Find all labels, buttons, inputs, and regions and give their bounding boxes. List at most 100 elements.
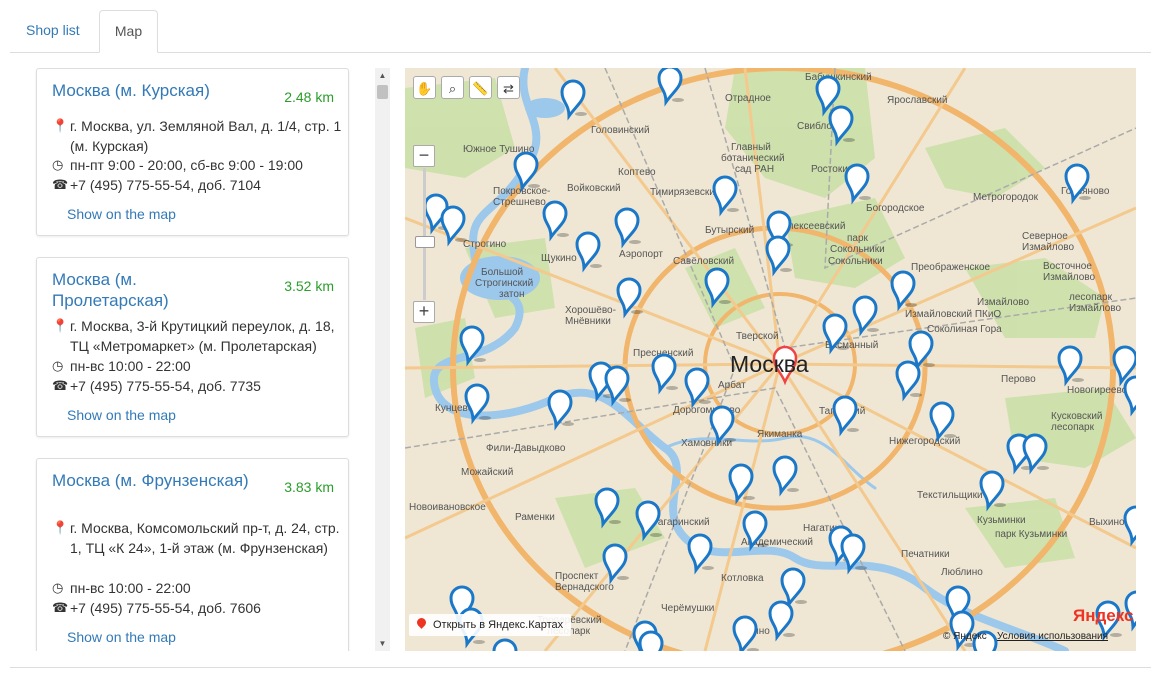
shop-map-marker[interactable]	[908, 330, 935, 372]
tab-map[interactable]: Map	[99, 10, 158, 53]
svg-text:Тверской: Тверской	[736, 331, 779, 342]
svg-text:Строгино: Строгино	[463, 239, 507, 250]
shop-map-marker[interactable]	[1123, 375, 1136, 417]
svg-text:Измайловский ПКиО: Измайловский ПКиО	[905, 309, 1001, 320]
clock-icon: ◷	[52, 580, 64, 595]
shop-map-marker[interactable]	[780, 567, 807, 609]
shop-map-marker[interactable]	[929, 401, 956, 443]
svg-text:Выхино: Выхино	[1089, 517, 1125, 528]
svg-text:Новогиреево: Новогиреево	[1067, 385, 1128, 396]
shop-phone-row: ☎ +7 (495) 775-55-54, доб. 7735	[52, 376, 342, 396]
shop-map-marker[interactable]	[687, 533, 714, 575]
shop-map-marker[interactable]	[832, 395, 859, 437]
svg-text:Хорошёво-: Хорошёво-	[565, 305, 616, 316]
show-on-map-link[interactable]: Show on the map	[67, 629, 176, 645]
svg-text:парк Кузьминки: парк Кузьминки	[995, 529, 1067, 540]
svg-text:Главный: Главный	[731, 142, 771, 153]
svg-text:Проспект: Проспект	[555, 571, 599, 582]
show-on-map-link[interactable]: Show on the map	[67, 407, 176, 423]
shop-title[interactable]: Москва (м. Курская)	[52, 80, 252, 101]
shop-map-marker[interactable]	[852, 295, 879, 337]
shop-title[interactable]: Москва (м. Пролетарская)	[52, 269, 252, 311]
shop-map-marker[interactable]	[895, 360, 922, 402]
shop-map-marker[interactable]	[1123, 505, 1136, 547]
shop-map-marker[interactable]	[657, 68, 684, 107]
shop-map-marker[interactable]	[542, 200, 569, 242]
shop-map-marker[interactable]	[732, 615, 759, 651]
yandex-logo: Яндекс	[1073, 606, 1134, 625]
shop-map-marker[interactable]	[765, 235, 792, 277]
tab-shop-list[interactable]: Shop list	[10, 10, 96, 51]
terms-of-use-link[interactable]: Условия использования	[997, 631, 1108, 642]
svg-text:лесопарк: лесопарк	[1051, 422, 1095, 433]
shop-map-marker[interactable]	[614, 207, 641, 249]
zoom-out-button[interactable]: −	[413, 145, 435, 167]
list-scrollbar[interactable]: ▲ ▼	[375, 68, 390, 651]
clock-icon: ◷	[52, 358, 64, 373]
svg-text:Перово: Перово	[1001, 374, 1036, 385]
shop-map-marker[interactable]	[772, 455, 799, 497]
shop-hours: пн-пт 9:00 - 20:00, сб-вс 9:00 - 19:00	[70, 157, 303, 173]
scroll-up-arrow-icon[interactable]: ▲	[375, 68, 390, 83]
shop-distance: 2.48 km	[284, 89, 334, 105]
svg-text:Измайлово: Измайлово	[1069, 303, 1122, 314]
zoom-slider-handle[interactable]	[415, 236, 435, 248]
scroll-down-arrow-icon[interactable]: ▼	[375, 636, 390, 651]
svg-text:Стрешнево: Стрешнево	[493, 197, 546, 208]
svg-text:Измайлово: Измайлово	[1043, 272, 1096, 283]
shop-map-marker[interactable]	[890, 270, 917, 312]
map-marker-icon: 📍	[52, 520, 69, 535]
shop-map-marker[interactable]	[709, 405, 736, 447]
ruler-icon[interactable]: 📏	[469, 76, 492, 99]
svg-text:Бутырский: Бутырский	[705, 225, 754, 236]
svg-text:Новоивановское: Новоивановское	[409, 502, 486, 513]
svg-text:Люблино: Люблино	[941, 566, 983, 578]
shop-map-marker[interactable]	[440, 205, 467, 247]
shop-hours: пн-вс 10:00 - 22:00	[70, 358, 191, 374]
open-in-yandex-maps-link[interactable]: Открыть в Яндекс.Картах	[409, 614, 572, 636]
phone-icon: ☎	[52, 600, 69, 615]
zoom-slider-track[interactable]	[423, 168, 426, 300]
shop-distance: 3.52 km	[284, 278, 334, 294]
open-in-yandex-maps-text: Открыть в Яндекс.Картах	[433, 619, 564, 631]
shop-phone: +7 (495) 775-55-54, доб. 7606	[70, 600, 261, 616]
show-on-map-link[interactable]: Show on the map	[67, 206, 176, 222]
svg-text:Отрадное: Отрадное	[725, 93, 771, 104]
shop-title[interactable]: Москва (м. Фрунзенская)	[52, 470, 252, 491]
shop-address-row: 📍 г. Москва, Комсомольский пр-т, д. 24, …	[52, 518, 342, 558]
shop-phone-row: ☎ +7 (495) 775-55-54, доб. 7104	[52, 175, 342, 195]
shop-map-marker[interactable]	[492, 638, 519, 651]
shop-address-row: 📍 г. Москва, ул. Земляной Вал, д. 1/4, с…	[52, 116, 342, 156]
shop-hours-row: ◷ пн-пт 9:00 - 20:00, сб-вс 9:00 - 19:00	[52, 155, 342, 175]
shop-map-marker[interactable]	[651, 353, 678, 395]
route-icon[interactable]: ⇄	[497, 76, 520, 99]
shop-map-marker[interactable]	[638, 630, 665, 651]
svg-text:Можайский: Можайский	[461, 467, 513, 478]
svg-text:лесопарк: лесопарк	[1069, 292, 1113, 303]
shop-map-marker[interactable]	[575, 231, 602, 273]
hand-icon[interactable]: ✋	[413, 76, 436, 99]
shop-map-marker[interactable]	[728, 463, 755, 505]
svg-text:Головинский: Головинский	[591, 125, 650, 136]
phone-icon: ☎	[52, 177, 69, 192]
shop-card: Москва (м. Пролетарская) 3.52 km 📍 г. Мо…	[36, 257, 349, 437]
bottom-divider	[10, 667, 1151, 668]
zoom-in-button[interactable]: +	[413, 301, 435, 323]
map-view[interactable]: Бабушкинский Свиблово Ярославский Отрадн…	[405, 68, 1136, 651]
shop-map-marker[interactable]	[844, 163, 871, 205]
shop-map-marker[interactable]	[1057, 345, 1084, 387]
shop-address: г. Москва, ул. Земляной Вал, д. 1/4, стр…	[70, 118, 342, 154]
shop-map-marker[interactable]	[768, 600, 795, 642]
shop-map-marker[interactable]	[712, 175, 739, 217]
magnifier-icon[interactable]: ⌕	[441, 76, 464, 99]
shop-map-marker[interactable]	[1022, 433, 1049, 475]
shop-map-marker[interactable]	[560, 79, 587, 121]
svg-text:Гагаринский: Гагаринский	[653, 517, 710, 528]
svg-text:Якиманка: Якиманка	[757, 429, 803, 440]
scroll-thumb[interactable]	[377, 85, 388, 99]
shop-map-marker[interactable]	[979, 470, 1006, 512]
svg-text:Савёловский: Савёловский	[673, 256, 734, 267]
red-pin-icon	[415, 616, 428, 629]
svg-text:Богородское: Богородское	[866, 203, 925, 214]
svg-text:Кузьминки: Кузьминки	[977, 515, 1026, 526]
